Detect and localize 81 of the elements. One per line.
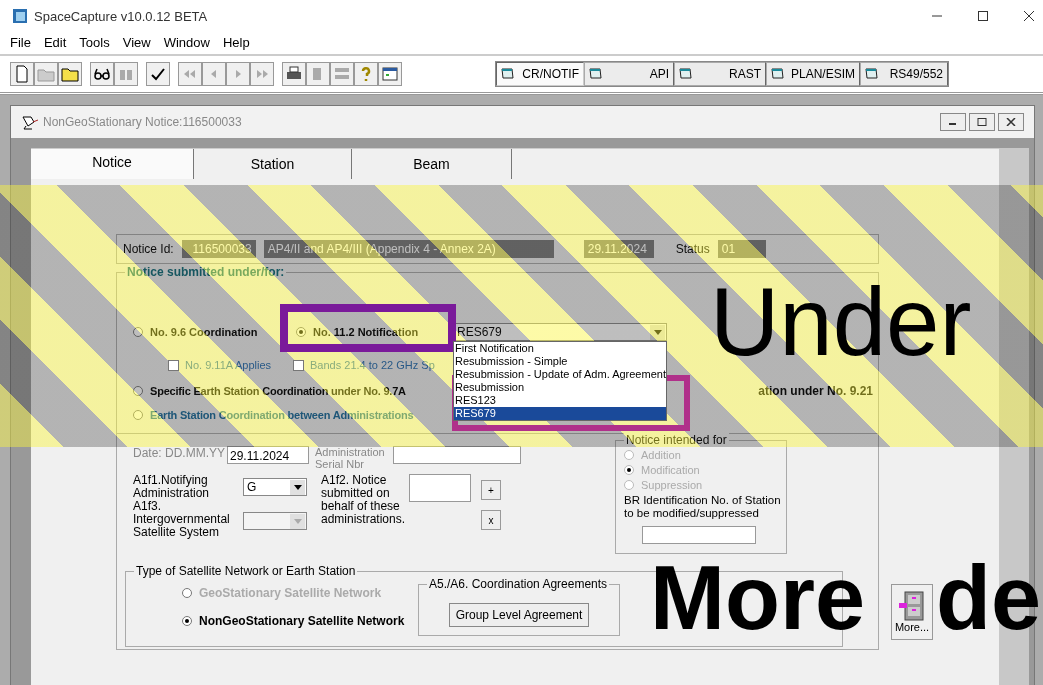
window-icon [589, 68, 603, 80]
overlay-heading: Under [710, 272, 972, 372]
status-label: Status [675, 242, 710, 256]
app-icon [12, 8, 28, 24]
glasses-icon[interactable] [90, 62, 114, 86]
close-icon[interactable] [1023, 10, 1035, 22]
menu-item[interactable]: View [122, 34, 151, 50]
window-icon [501, 68, 515, 80]
dropdown-option[interactable]: RES123 [454, 394, 666, 407]
administrations-field[interactable] [409, 474, 471, 502]
radio-option[interactable]: NonGeoStationary Satellite Network [182, 614, 405, 628]
help-icon[interactable] [354, 62, 378, 86]
tab[interactable]: Notice [31, 149, 194, 179]
module-tab[interactable]: RAST [674, 62, 766, 86]
module-tab[interactable]: PLAN/ESIM [766, 62, 861, 86]
close-icon [1006, 118, 1016, 126]
dropdown-option[interactable]: Resubmission - Simple [454, 355, 666, 368]
window-icon [771, 68, 785, 80]
satellite-system-dropdown[interactable] [243, 512, 307, 530]
date-field[interactable]: 29.11.2024 [227, 446, 309, 464]
menu-item[interactable]: File [10, 34, 31, 50]
overlay-heading: More [650, 552, 866, 644]
status-field: 01 [717, 240, 766, 258]
maximize-button[interactable] [969, 113, 995, 131]
notification-dropdown[interactable]: RES679 [453, 323, 667, 341]
window-title: SpaceCapture v10.0.12 BETA [34, 8, 208, 24]
menu-item[interactable]: Help [222, 34, 250, 50]
window-icon [679, 68, 693, 80]
radio-option[interactable]: No. 11.2 Notification [296, 326, 419, 338]
maximize-icon[interactable] [977, 10, 989, 22]
module-tab[interactable]: CR/NOTIF [496, 62, 584, 86]
menu-item[interactable]: Edit [43, 34, 67, 50]
caret-icon [293, 518, 302, 524]
dropdown-option[interactable]: RES679 [454, 407, 666, 420]
new-document-icon[interactable] [10, 62, 34, 86]
window-icon[interactable] [378, 62, 402, 86]
remove-button[interactable]: x [481, 510, 501, 530]
open-folder-icon[interactable] [34, 62, 58, 86]
radio-option[interactable]: Earth Station Coordination between Administrations [133, 409, 414, 421]
file-cabinet-icon [899, 591, 925, 621]
next-record-icon[interactable] [226, 62, 250, 86]
last-record-icon[interactable] [250, 62, 274, 86]
a1f1-label: A1f1.Notifying Administration [133, 474, 211, 500]
group-title: A5./A6. Coordination Agreements [427, 577, 610, 591]
group-title: Type of Satellite Network or Earth Station [134, 564, 358, 578]
maximize-icon [977, 118, 987, 126]
br-id-field[interactable] [642, 526, 756, 544]
close-button[interactable] [998, 113, 1024, 131]
dropdown-option[interactable]: Resubmission - Update of Adm. Agreement [454, 368, 666, 381]
module-tab[interactable]: RS49/552 [860, 62, 949, 86]
checkmark-icon[interactable] [146, 62, 170, 86]
caret-icon [653, 329, 662, 335]
dropdown-option[interactable]: Resubmission [454, 381, 666, 394]
window-title: NonGeoStationary Notice:116500033 [43, 115, 242, 129]
first-record-icon[interactable] [178, 62, 202, 86]
a1f3-label: A1f3. Intergovernmental Satellite System [133, 500, 231, 539]
radio-option[interactable]: No. 9.6 Coordination [133, 326, 258, 338]
caret-icon [293, 484, 302, 490]
radio-option[interactable]: Specific Earth Station Coordination under No. 9.7A [133, 385, 406, 397]
previous-record-icon[interactable] [202, 62, 226, 86]
module-tab[interactable]: API [584, 62, 674, 86]
serial-label: Administration Serial Nbr [315, 446, 386, 470]
checkbox-option[interactable]: Bands 21.4 to 22 GHz Sp [293, 359, 435, 371]
overlay-heading: de [936, 552, 1042, 644]
printer-icon[interactable] [282, 62, 306, 86]
date-label: Date: DD.MM.YY [133, 446, 225, 460]
br-id-label: BR Identification No. of Station to be modified/suppressed [624, 494, 782, 520]
more-button[interactable]: More... [891, 584, 933, 640]
window-icon [865, 68, 880, 80]
add-button[interactable]: + [481, 480, 501, 500]
menu-item[interactable]: Window [163, 34, 210, 50]
notice-id-field: 116500033 [181, 240, 256, 258]
minimize-button[interactable] [940, 113, 966, 131]
administration-dropdown[interactable]: G [243, 478, 307, 496]
dropdown-option[interactable]: First Notification [454, 342, 666, 355]
radio-label-fragment: ation under No. 9.21 [758, 384, 873, 398]
folder-icon[interactable] [58, 62, 82, 86]
menu-item[interactable]: Tools [79, 34, 110, 50]
notice-id-label: Notice Id: [123, 242, 174, 256]
serial-field[interactable] [393, 446, 521, 464]
group-agreement-button[interactable]: Group Level Agreement [448, 603, 590, 627]
